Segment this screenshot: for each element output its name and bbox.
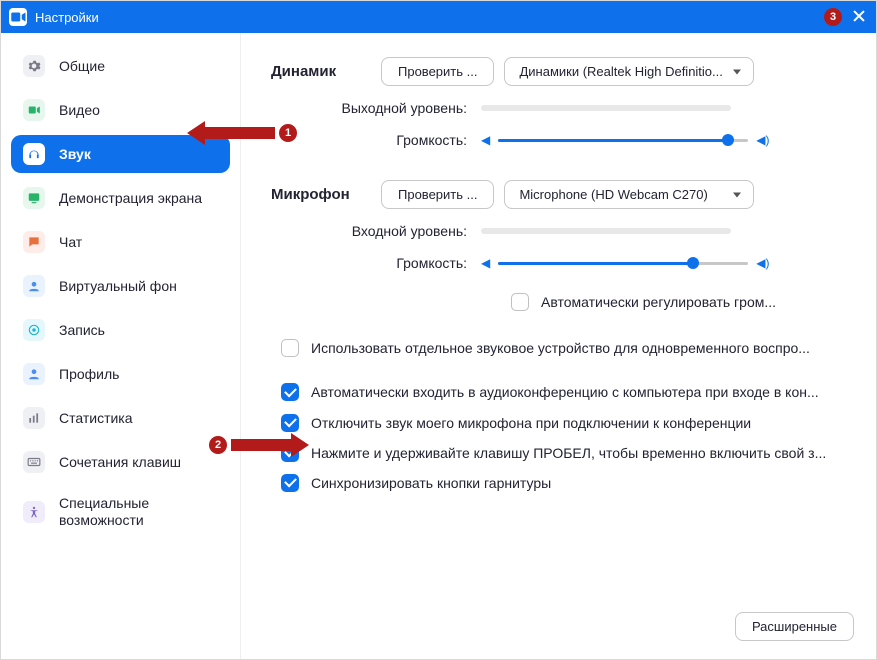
sidebar-item-label: Запись (59, 322, 105, 339)
sidebar-item-recording[interactable]: Запись (11, 311, 230, 349)
auto-adjust-checkbox[interactable] (511, 293, 529, 311)
speaker-section-title: Динамик (271, 63, 381, 80)
accessibility-icon (23, 501, 45, 523)
output-level-label: Выходной уровень: (271, 100, 481, 116)
sidebar-item-chat[interactable]: Чат (11, 223, 230, 261)
mic-device-select[interactable]: Microphone (HD Webcam C270) (504, 180, 754, 209)
auto-adjust-label: Автоматически регулировать гром... (541, 293, 846, 311)
user-bg-icon (23, 275, 45, 297)
test-speaker-button[interactable]: Проверить ... (381, 57, 494, 86)
sidebar-item-label: Виртуальный фон (59, 278, 177, 295)
sidebar-item-label: Видео (59, 102, 100, 119)
volume-low-icon: ◀ (481, 256, 490, 270)
sidebar-item-share-screen[interactable]: Демонстрация экрана (11, 179, 230, 217)
close-button[interactable] (852, 9, 866, 23)
sidebar-item-label: Сочетания клавиш (59, 454, 181, 471)
profile-icon (23, 363, 45, 385)
titlebar: Настройки 3 (1, 1, 876, 33)
volume-high-icon: ◀) (756, 133, 769, 147)
auto-join-audio-checkbox[interactable] (281, 383, 299, 401)
separate-device-label: Использовать отдельное звуковое устройст… (311, 339, 846, 357)
sidebar-item-profile[interactable]: Профиль (11, 355, 230, 393)
sidebar-item-label: Чат (59, 234, 82, 251)
speaker-volume-label: Громкость: (271, 132, 481, 148)
volume-high-icon: ◀) (756, 256, 769, 270)
mic-volume-slider[interactable] (498, 253, 748, 273)
volume-low-icon: ◀ (481, 133, 490, 147)
app-icon (9, 8, 27, 26)
sidebar-item-label: Общие (59, 58, 105, 75)
separate-device-checkbox[interactable] (281, 339, 299, 357)
mute-on-join-checkbox[interactable] (281, 414, 299, 432)
mic-section-title: Микрофон (271, 186, 381, 203)
sidebar-item-label: Статистика (59, 410, 133, 427)
sidebar-item-virtual-background[interactable]: Виртуальный фон (11, 267, 230, 305)
video-icon (23, 99, 45, 121)
sidebar: Общие Видео Звук Демонстрация экрана (1, 33, 241, 659)
sidebar-item-statistics[interactable]: Статистика (11, 399, 230, 437)
mic-volume-label: Громкость: (271, 255, 481, 271)
push-to-talk-label: Нажмите и удерживайте клавишу ПРОБЕЛ, чт… (311, 444, 846, 462)
sidebar-item-video[interactable]: Видео (11, 91, 230, 129)
sidebar-item-label: Профиль (59, 366, 119, 383)
mute-on-join-label: Отключить звук моего микрофона при подкл… (311, 414, 846, 432)
sidebar-item-shortcuts[interactable]: Сочетания клавиш (11, 443, 230, 481)
test-mic-button[interactable]: Проверить ... (381, 180, 494, 209)
sync-headset-checkbox[interactable] (281, 474, 299, 492)
sync-headset-label: Синхронизировать кнопки гарнитуры (311, 474, 846, 492)
sidebar-item-accessibility[interactable]: Специальные возможности (11, 487, 230, 537)
speaker-volume-slider[interactable] (498, 130, 748, 150)
keyboard-icon (23, 451, 45, 473)
sidebar-item-general[interactable]: Общие (11, 47, 230, 85)
headphones-icon (23, 143, 45, 165)
input-level-label: Входной уровень: (271, 223, 481, 239)
push-to-talk-checkbox[interactable] (281, 444, 299, 462)
sidebar-item-label: Звук (59, 146, 91, 163)
sidebar-item-label: Специальные возможности (59, 495, 149, 529)
mic-input-level (481, 228, 731, 234)
auto-join-audio-label: Автоматически входить в аудиоконференцию… (311, 383, 846, 401)
sidebar-item-label: Демонстрация экрана (59, 190, 202, 207)
advanced-button[interactable]: Расширенные (735, 612, 854, 641)
speaker-device-select[interactable]: Динамики (Realtek High Definitio... (504, 57, 754, 86)
annotation-badge-3: 3 (824, 8, 842, 26)
gear-icon (23, 55, 45, 77)
window-title: Настройки (35, 10, 99, 25)
speaker-output-level (481, 105, 731, 111)
content-pane: Динамик Проверить ... Динамики (Realtek … (241, 33, 876, 659)
sidebar-item-audio[interactable]: Звук (11, 135, 230, 173)
record-icon (23, 319, 45, 341)
chat-icon (23, 231, 45, 253)
stats-icon (23, 407, 45, 429)
share-screen-icon (23, 187, 45, 209)
